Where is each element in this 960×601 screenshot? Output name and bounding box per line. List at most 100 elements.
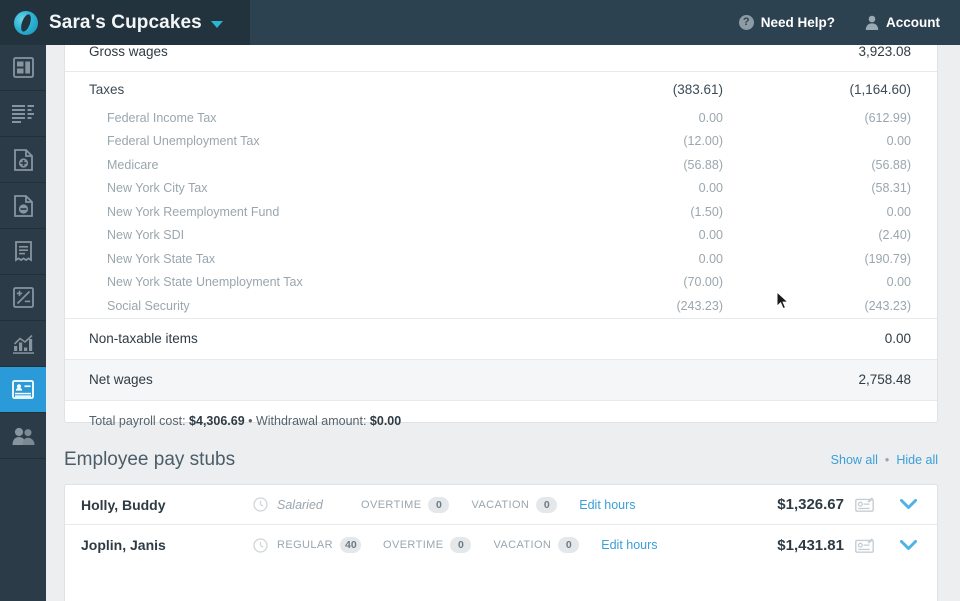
tax-row: Federal Unemployment Tax (12.00) 0.00: [65, 130, 937, 154]
row-value-col2: 0.00: [886, 204, 911, 219]
overtime-group: OVERTIME 0: [361, 496, 450, 513]
person-icon: [865, 15, 879, 30]
paystub-amount: $1,326.67: [777, 496, 844, 513]
employee-name: Joplin, Janis: [81, 537, 166, 553]
summary-row-taxes: Taxes (383.61) (1,164.60): [65, 72, 937, 106]
edit-hours-link[interactable]: Edit hours: [579, 498, 635, 512]
sidebar-item-add-document[interactable]: [0, 137, 46, 183]
paystub-amount: $1,431.81: [777, 536, 844, 554]
chevron-down-icon[interactable]: [210, 20, 223, 28]
top-bar-actions: ? Need Help? Account: [738, 15, 960, 30]
overtime-value: 0: [428, 496, 450, 513]
row-value-col2: (190.79): [864, 251, 911, 266]
row-value-col1: 0.00: [698, 181, 723, 196]
footer-total-cost: $4,306.69: [189, 413, 245, 428]
row-value-col2: 2,758.48: [858, 372, 911, 387]
sidebar-item-analytics[interactable]: [0, 321, 46, 367]
row-value-col2: 0.00: [886, 134, 911, 149]
row-label: Federal Income Tax: [107, 110, 217, 125]
paystubs-header: Employee pay stubs Show all • Hide all: [64, 449, 938, 471]
paystub-row[interactable]: Holly, Buddy Salaried OVERTIME 0 VACATIO…: [65, 485, 937, 525]
row-label: Taxes: [89, 81, 125, 97]
tax-row: Federal Income Tax 0.00 (612.99): [65, 106, 937, 130]
row-value-col2: 0.00: [884, 331, 911, 346]
account-link[interactable]: Account: [865, 15, 940, 30]
page-title: Employee pay stubs: [64, 449, 236, 470]
row-value-col2: (243.23): [864, 298, 911, 313]
sidebar-item-remove-document[interactable]: [0, 183, 46, 229]
row-label: New York State Tax: [107, 251, 216, 266]
row-label: New York SDI: [107, 228, 185, 243]
regular-value: 40: [339, 537, 361, 553]
brand-menu[interactable]: Sara's Cupcakes: [0, 0, 250, 45]
row-label: Social Security: [107, 298, 190, 313]
sidebar-item-dashboard[interactable]: [0, 45, 46, 91]
tax-row: New York Reemployment Fund (1.50) 0.00: [65, 200, 937, 224]
footer-withdrawal-amount: $0.00: [369, 413, 402, 428]
row-label: New York State Unemployment Tax: [107, 275, 303, 290]
document-minus-icon: [13, 194, 33, 217]
sidebar-item-adjustments[interactable]: [0, 275, 46, 321]
row-value-col1: (70.00): [683, 275, 723, 290]
account-label: Account: [886, 15, 940, 30]
row-value-col2: (1,164.60): [849, 81, 911, 97]
row-label: Gross wages: [89, 45, 168, 59]
paystubs-list: Holly, Buddy Salaried OVERTIME 0 VACATIO…: [64, 484, 938, 601]
overtime-label: OVERTIME: [383, 539, 444, 551]
top-bar: Sara's Cupcakes ? Need Help? Account: [0, 0, 960, 45]
clock-icon: [253, 497, 268, 512]
sidebar-item-reports-list[interactable]: [0, 91, 46, 137]
summary-row-gross-wages: Gross wages 3,923.08: [65, 45, 937, 71]
paycheck-icon[interactable]: [855, 497, 874, 512]
list-lines-icon: [12, 104, 34, 123]
pay-type: Salaried: [277, 497, 323, 512]
overtime-label: OVERTIME: [361, 498, 422, 511]
row-label: Non-taxable items: [89, 331, 198, 346]
row-label: Net wages: [89, 372, 153, 387]
vacation-label: VACATION: [471, 498, 530, 511]
brand-name: Sara's Cupcakes: [49, 11, 202, 33]
need-help-label: Need Help?: [760, 15, 835, 30]
sidebar-item-employees[interactable]: [0, 413, 46, 459]
paystubs-toggle-links: Show all • Hide all: [831, 453, 938, 471]
payroll-total-footer: Total payroll cost: $4,306.69 • Withdraw…: [65, 401, 937, 428]
show-all-link[interactable]: Show all: [831, 453, 878, 467]
edit-hours-link[interactable]: Edit hours: [601, 538, 657, 552]
vacation-value: 0: [536, 496, 558, 513]
clock-icon: [253, 537, 268, 553]
chevron-down-icon[interactable]: [900, 499, 917, 510]
row-value-col1: 0.00: [698, 251, 723, 266]
footer-middle: • Withdrawal amount:: [244, 413, 370, 428]
paycheck-icon[interactable]: [855, 537, 874, 553]
vacation-group: VACATION 0: [493, 537, 580, 553]
paystub-row[interactable]: Joplin, Janis REGULAR 40 OVERTIME 0 VACA…: [65, 525, 937, 565]
people-icon: [12, 427, 34, 445]
row-value-col2: (56.88): [871, 157, 911, 172]
hide-all-link[interactable]: Hide all: [896, 453, 938, 467]
tax-row: New York City Tax 0.00 (58.31): [65, 177, 937, 201]
chevron-down-icon[interactable]: [900, 539, 917, 551]
summary-row-non-taxable: Non-taxable items 0.00: [65, 319, 937, 359]
tax-row: Social Security (243.23) (243.23): [65, 294, 937, 318]
row-value-col1: (1.50): [690, 204, 723, 219]
need-help-link[interactable]: ? Need Help?: [738, 15, 835, 30]
row-label: Medicare: [107, 157, 159, 172]
tax-row: New York State Tax 0.00 (190.79): [65, 247, 937, 271]
vacation-value: 0: [558, 537, 580, 553]
id-card-icon: [12, 380, 34, 399]
row-value-col1: (12.00): [683, 134, 723, 149]
receipt-icon: [14, 240, 32, 262]
row-label: New York Reemployment Fund: [107, 204, 280, 219]
sidebar-item-receipts[interactable]: [0, 229, 46, 275]
document-add-icon: [13, 148, 33, 171]
row-value-col2: (58.31): [871, 181, 911, 196]
sidebar-item-payroll[interactable]: [0, 367, 46, 413]
overtime-group: OVERTIME 0: [383, 537, 472, 553]
row-value-col1: (56.88): [683, 157, 723, 172]
question-circle-icon: ?: [738, 15, 754, 30]
regular-label: REGULAR: [277, 539, 333, 551]
regular-group: REGULAR 40: [277, 537, 361, 553]
summary-row-net-wages: Net wages 2,758.48: [65, 359, 937, 400]
row-value-col1: (243.23): [676, 298, 723, 313]
row-value-col2: (2.40): [878, 228, 911, 243]
